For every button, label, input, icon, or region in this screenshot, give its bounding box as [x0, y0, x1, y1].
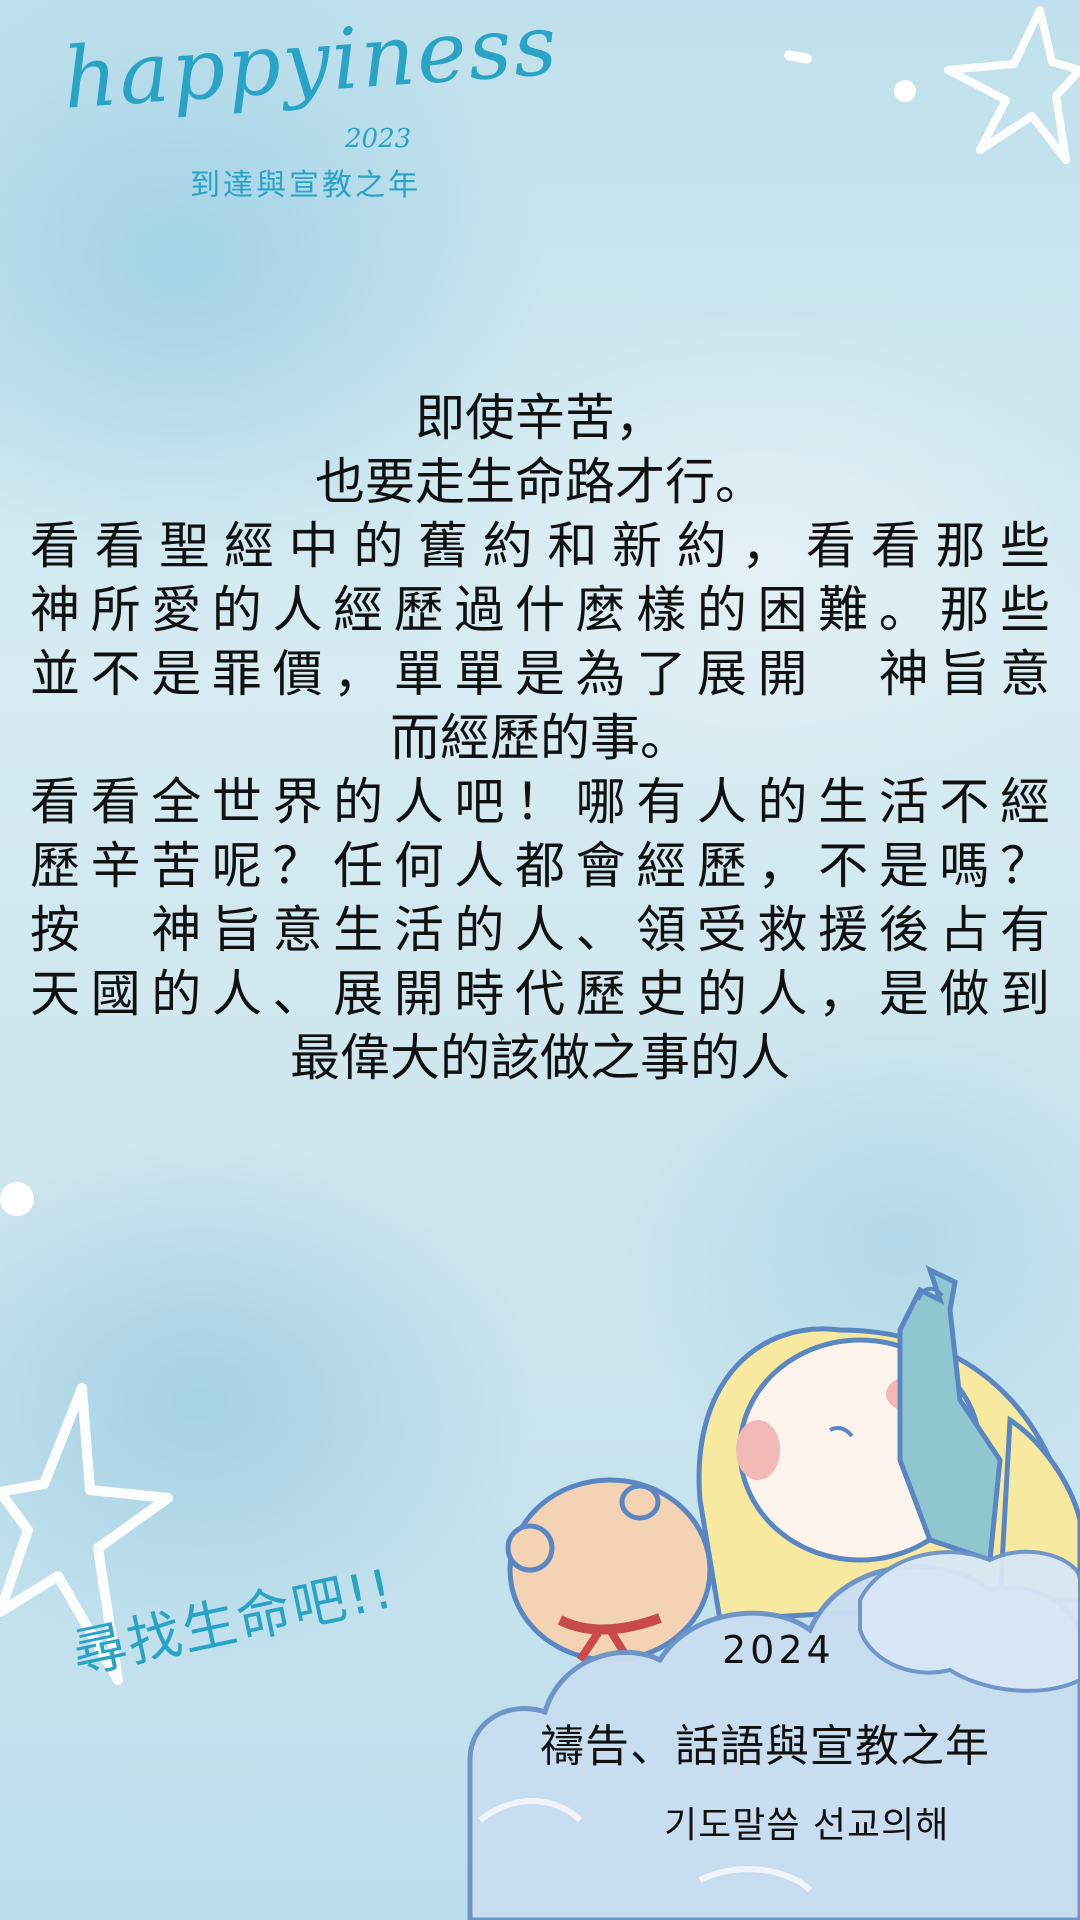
footer-theme-zh: 禱告、話語與宣教之年 — [540, 1721, 990, 1772]
footer-year: 2024 — [722, 1628, 835, 1672]
footer-theme-ko: 기도말씀 선교의해 — [664, 1805, 950, 1846]
